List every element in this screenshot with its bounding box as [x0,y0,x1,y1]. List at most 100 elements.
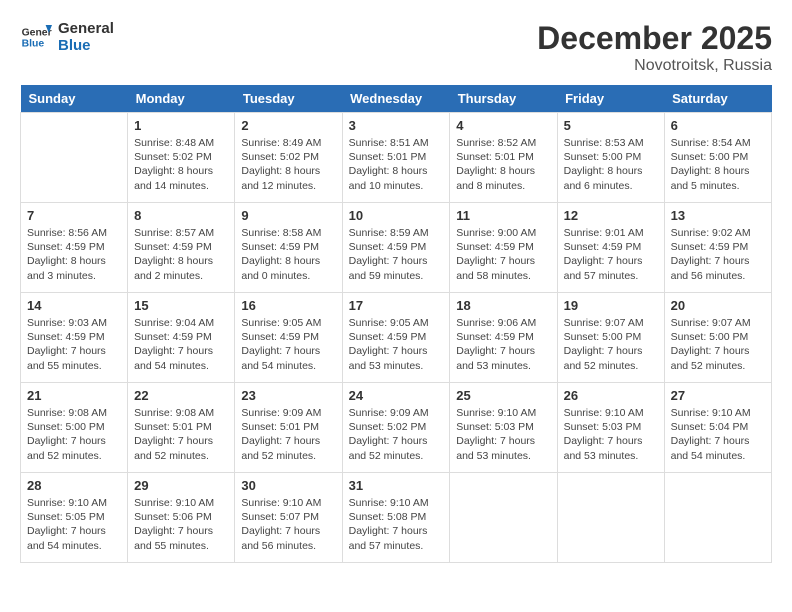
calendar-cell: 29 Sunrise: 9:10 AM Sunset: 5:06 PM Dayli… [128,473,235,563]
day-header-friday: Friday [557,85,664,113]
logo-general: General [58,20,114,37]
cell-info: Sunrise: 9:05 AM Sunset: 4:59 PM Dayligh… [241,316,335,373]
week-row-3: 14Sunrise: 9:03 AM Sunset: 4:59 PM Dayli… [21,293,772,383]
date-number: 2 [241,118,335,133]
logo-blue: Blue [58,37,114,54]
day-header-sunday: Sunday [21,85,128,113]
calendar-cell: 12 Sunrise: 9:01 AM Sunset: 4:59 PM Dayli… [557,203,664,293]
day-header-thursday: Thursday [450,85,557,113]
day-header-tuesday: Tuesday [235,85,342,113]
cell-info: Sunrise: 9:05 AM Sunset: 4:59 PM Dayligh… [349,316,444,373]
calendar-cell: 5Sunrise: 8:53 AM Sunset: 5:00 PM Daylig… [557,113,664,203]
cell-info: Sunrise: 9:07 AM Sunset: 5:00 PM Dayligh… [564,316,658,373]
calendar-cell: 19 Sunrise: 9:07 AM Sunset: 5:00 PM Dayli… [557,293,664,383]
calendar-cell: 11 Sunrise: 9:00 AM Sunset: 4:59 PM Dayli… [450,203,557,293]
month-title: December 2025 [537,20,772,57]
cell-info: Sunrise: 9:01 AM Sunset: 4:59 PM Dayligh… [564,226,658,283]
calendar-cell: 8 Sunrise: 8:57 AM Sunset: 4:59 PM Daylig… [128,203,235,293]
calendar-cell: 14Sunrise: 9:03 AM Sunset: 4:59 PM Dayli… [21,293,128,383]
calendar-cell: 27 Sunrise: 9:10 AM Sunset: 5:04 PM Dayli… [664,383,771,473]
location: Novotroitsk, Russia [537,57,772,75]
cell-info: Sunrise: 9:07 AM Sunset: 5:00 PM Dayligh… [671,316,765,373]
date-number: 19 [564,298,658,313]
date-number: 3 [349,118,444,133]
calendar-cell: 15 Sunrise: 9:04 AM Sunset: 4:59 PM Dayli… [128,293,235,383]
calendar-cell: 6Sunrise: 8:54 AM Sunset: 5:00 PM Daylig… [664,113,771,203]
cell-info: Sunrise: 8:59 AM Sunset: 4:59 PM Dayligh… [349,226,444,283]
calendar-cell: 23Sunrise: 9:09 AM Sunset: 5:01 PM Dayli… [235,383,342,473]
header-row: SundayMondayTuesdayWednesdayThursdayFrid… [21,85,772,113]
date-number: 12 [564,208,658,223]
date-number: 30 [241,478,335,493]
date-number: 13 [671,208,765,223]
calendar-cell: 24 Sunrise: 9:09 AM Sunset: 5:02 PM Dayli… [342,383,450,473]
calendar-cell: 2 Sunrise: 8:49 AM Sunset: 5:02 PM Daylig… [235,113,342,203]
date-number: 21 [27,388,121,403]
calendar-cell: 20 Sunrise: 9:07 AM Sunset: 5:00 PM Dayli… [664,293,771,383]
cell-info: Sunrise: 9:10 AM Sunset: 5:08 PM Dayligh… [349,496,444,553]
calendar-cell: 21 Sunrise: 9:08 AM Sunset: 5:00 PM Dayli… [21,383,128,473]
title-area: December 2025 Novotroitsk, Russia [537,20,772,75]
calendar-cell [21,113,128,203]
calendar-cell: 7 Sunrise: 8:56 AM Sunset: 4:59 PM Daylig… [21,203,128,293]
date-number: 22 [134,388,228,403]
cell-info: Sunrise: 9:09 AM Sunset: 5:02 PM Dayligh… [349,406,444,463]
cell-info: Sunrise: 8:56 AM Sunset: 4:59 PM Dayligh… [27,226,121,283]
day-header-wednesday: Wednesday [342,85,450,113]
cell-info: Sunrise: 9:02 AM Sunset: 4:59 PM Dayligh… [671,226,765,283]
date-number: 31 [349,478,444,493]
calendar-cell: 3 Sunrise: 8:51 AM Sunset: 5:01 PM Daylig… [342,113,450,203]
date-number: 29 [134,478,228,493]
date-number: 10 [349,208,444,223]
cell-info: Sunrise: 8:49 AM Sunset: 5:02 PM Dayligh… [241,136,335,193]
date-number: 11 [456,208,550,223]
date-number: 20 [671,298,765,313]
calendar-cell: 4Sunrise: 8:52 AM Sunset: 5:01 PM Daylig… [450,113,557,203]
date-number: 8 [134,208,228,223]
calendar-cell: 26 Sunrise: 9:10 AM Sunset: 5:03 PM Dayli… [557,383,664,473]
cell-info: Sunrise: 9:08 AM Sunset: 5:01 PM Dayligh… [134,406,228,463]
calendar-table: SundayMondayTuesdayWednesdayThursdayFrid… [20,85,772,563]
day-header-saturday: Saturday [664,85,771,113]
cell-info: Sunrise: 9:10 AM Sunset: 5:05 PM Dayligh… [27,496,121,553]
calendar-cell [664,473,771,563]
cell-info: Sunrise: 8:54 AM Sunset: 5:00 PM Dayligh… [671,136,765,193]
week-row-4: 21 Sunrise: 9:08 AM Sunset: 5:00 PM Dayli… [21,383,772,473]
week-row-2: 7 Sunrise: 8:56 AM Sunset: 4:59 PM Daylig… [21,203,772,293]
calendar-cell: 13 Sunrise: 9:02 AM Sunset: 4:59 PM Dayli… [664,203,771,293]
cell-info: Sunrise: 9:00 AM Sunset: 4:59 PM Dayligh… [456,226,550,283]
cell-info: Sunrise: 9:10 AM Sunset: 5:03 PM Dayligh… [564,406,658,463]
calendar-cell: 28Sunrise: 9:10 AM Sunset: 5:05 PM Dayli… [21,473,128,563]
date-number: 7 [27,208,121,223]
cell-info: Sunrise: 9:04 AM Sunset: 4:59 PM Dayligh… [134,316,228,373]
logo-icon: General Blue [20,21,52,53]
date-number: 23 [241,388,335,403]
cell-info: Sunrise: 9:10 AM Sunset: 5:04 PM Dayligh… [671,406,765,463]
date-number: 1 [134,118,228,133]
calendar-cell: 22 Sunrise: 9:08 AM Sunset: 5:01 PM Dayli… [128,383,235,473]
week-row-1: 1 Sunrise: 8:48 AM Sunset: 5:02 PM Daylig… [21,113,772,203]
svg-text:Blue: Blue [22,39,45,50]
date-number: 26 [564,388,658,403]
cell-info: Sunrise: 9:10 AM Sunset: 5:03 PM Dayligh… [456,406,550,463]
date-number: 16 [241,298,335,313]
cell-info: Sunrise: 9:10 AM Sunset: 5:07 PM Dayligh… [241,496,335,553]
date-number: 15 [134,298,228,313]
date-number: 24 [349,388,444,403]
cell-info: Sunrise: 8:58 AM Sunset: 4:59 PM Dayligh… [241,226,335,283]
cell-info: Sunrise: 8:48 AM Sunset: 5:02 PM Dayligh… [134,136,228,193]
calendar-cell: 30 Sunrise: 9:10 AM Sunset: 5:07 PM Dayli… [235,473,342,563]
cell-info: Sunrise: 9:10 AM Sunset: 5:06 PM Dayligh… [134,496,228,553]
cell-info: Sunrise: 8:51 AM Sunset: 5:01 PM Dayligh… [349,136,444,193]
cell-info: Sunrise: 9:08 AM Sunset: 5:00 PM Dayligh… [27,406,121,463]
date-number: 17 [349,298,444,313]
calendar-cell: 31 Sunrise: 9:10 AM Sunset: 5:08 PM Dayli… [342,473,450,563]
date-number: 27 [671,388,765,403]
cell-info: Sunrise: 8:57 AM Sunset: 4:59 PM Dayligh… [134,226,228,283]
cell-info: Sunrise: 8:52 AM Sunset: 5:01 PM Dayligh… [456,136,550,193]
week-row-5: 28Sunrise: 9:10 AM Sunset: 5:05 PM Dayli… [21,473,772,563]
page-header: General Blue General Blue December 2025 … [20,20,772,75]
logo: General Blue General Blue [20,20,114,54]
calendar-cell: 18Sunrise: 9:06 AM Sunset: 4:59 PM Dayli… [450,293,557,383]
cell-info: Sunrise: 8:53 AM Sunset: 5:00 PM Dayligh… [564,136,658,193]
